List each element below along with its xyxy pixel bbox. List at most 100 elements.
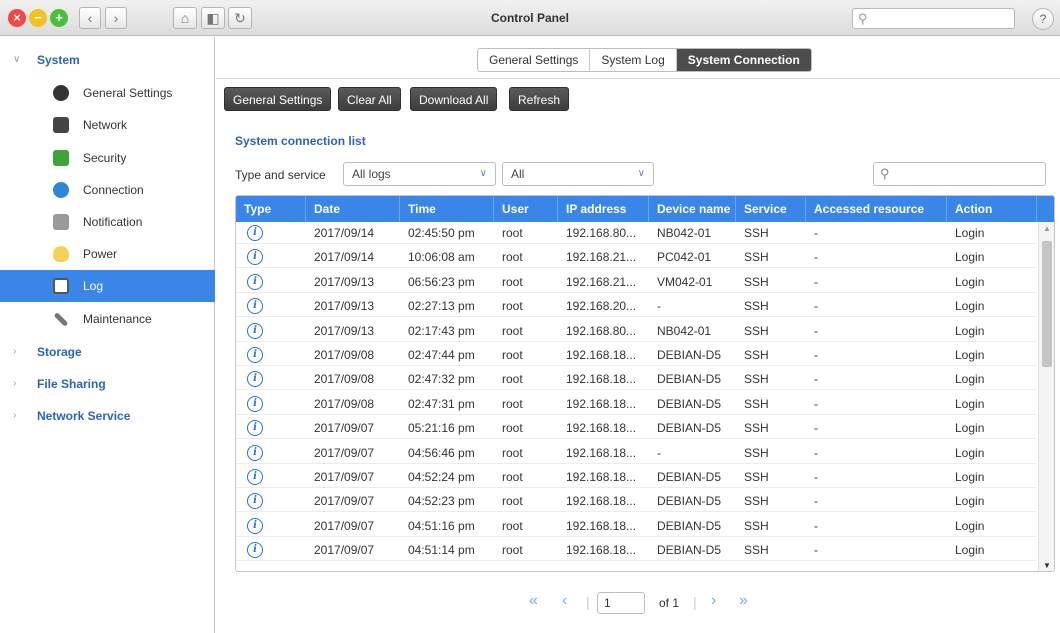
table-row[interactable]: i 2017/09/08 02:47:32 pm root 192.168.18... D… [236, 368, 1036, 391]
column-header-user[interactable]: User [494, 196, 558, 222]
divider: | [586, 594, 590, 610]
scroll-up-icon[interactable]: ▲ [1043, 224, 1051, 233]
info-icon: i [247, 420, 263, 437]
cell-user: root [502, 445, 523, 460]
close-window-button[interactable]: × [8, 9, 26, 27]
table-row[interactable]: i 2017/09/13 06:56:23 pm root 192.168.21... V… [236, 271, 1036, 293]
chevron-right-icon: › [13, 378, 17, 389]
tab-general-settings[interactable]: General Settings [478, 49, 591, 71]
refresh-button[interactable]: Refresh [509, 87, 570, 111]
reload-icon: ↻ [234, 10, 246, 26]
cell-date: 2017/09/07 [314, 518, 375, 533]
cell-action: Login [955, 348, 985, 362]
back-button[interactable]: ‹ [79, 7, 101, 29]
list-search-input[interactable]: ⚲ [873, 162, 1046, 186]
cell-type: i [236, 368, 306, 390]
sidebar-item-network[interactable]: Network [0, 109, 215, 141]
cell-type: i [236, 466, 306, 488]
sidebar-item-maintenance[interactable]: Maintenance [0, 303, 215, 335]
next-page-icon[interactable]: › [711, 592, 716, 610]
column-header-service[interactable]: Service [736, 196, 806, 222]
sidebar-item-power[interactable]: Power [0, 238, 215, 270]
cell-date: 2017/09/14 [314, 250, 375, 265]
cell-service: SSH [744, 445, 769, 460]
column-header-action[interactable]: Action [947, 196, 1037, 222]
column-header-type[interactable]: Type [236, 196, 306, 222]
column-header-accessed-resource[interactable]: Accessed resource [806, 196, 947, 222]
network-icon [53, 117, 69, 133]
table-row[interactable]: i 2017/09/07 04:56:46 pm root 192.168.18... -… [236, 442, 1036, 464]
cell-time: 02:17:43 pm [408, 323, 475, 338]
sidebar-item-security[interactable]: Security [0, 142, 215, 174]
type-filter-select[interactable]: All logs ∨ [343, 162, 496, 186]
cell-device-name: DEBIAN-D5 [657, 372, 722, 387]
service-filter-select[interactable]: All ∨ [502, 162, 654, 186]
toggle-sidebar-button[interactable]: ◧ [201, 7, 225, 29]
sidebar-group-file-sharing[interactable]: › File Sharing [0, 372, 215, 396]
first-page-icon[interactable]: « [529, 592, 538, 610]
title-bar: × − + ‹ › ⌂ ◧ ↻ Control Panel ⚲ ? [0, 0, 1060, 36]
column-header-ip-address[interactable]: IP address [558, 196, 649, 222]
table-row[interactable]: i 2017/09/07 04:51:14 pm root 192.168.18... D… [236, 539, 1036, 562]
filter-label: Type and service [235, 168, 326, 182]
tab-system-connection[interactable]: System Connection [676, 49, 811, 71]
last-page-icon[interactable]: » [739, 592, 748, 610]
chevron-right-icon: › [13, 346, 17, 357]
cell-ip-address: 192.168.18... [566, 396, 637, 411]
cell-device-name: PC042-01 [657, 250, 712, 265]
table-row[interactable]: i 2017/09/13 02:27:13 pm root 192.168.20... -… [236, 295, 1036, 318]
page-number-input[interactable]: 1 [597, 592, 645, 614]
column-header-date[interactable]: Date [306, 196, 400, 222]
reload-button[interactable]: ↻ [228, 7, 252, 29]
sidebar-item-notification[interactable]: Notification [0, 206, 215, 238]
cell-device-name: NB042-01 [657, 226, 712, 240]
scroll-down-icon[interactable]: ▼ [1043, 561, 1051, 570]
forward-button[interactable]: › [105, 7, 127, 29]
table-row[interactable]: i 2017/09/07 04:52:24 pm root 192.168.18... D… [236, 466, 1036, 488]
table-row[interactable]: i 2017/09/08 02:47:31 pm root 192.168.18... D… [236, 393, 1036, 415]
table-header: Type Date Time User IP address Device na… [236, 196, 1054, 222]
sidebar-item-connection[interactable]: Connection [0, 174, 215, 206]
tab-bar: General Settings System Log System Conne… [477, 48, 812, 72]
column-header-time[interactable]: Time [400, 196, 494, 222]
sidebar-item-log[interactable]: Log [0, 270, 215, 302]
sidebar-group-system[interactable]: ∨ System [0, 48, 215, 72]
vertical-scrollbar[interactable]: ▲ ▼ [1038, 222, 1054, 571]
cell-accessed-resource: - [814, 372, 818, 387]
scrollbar-thumb[interactable] [1042, 241, 1052, 367]
cell-time: 02:47:44 pm [408, 348, 475, 362]
table-row[interactable]: i 2017/09/13 02:17:43 pm root 192.168.80... N… [236, 320, 1036, 342]
sidebar-group-network-service[interactable]: › Network Service [0, 404, 215, 428]
cell-service: SSH [744, 274, 769, 289]
download-all-button[interactable]: Download All [410, 87, 498, 111]
clear-all-button[interactable]: Clear All [338, 87, 401, 111]
sidebar-group-storage[interactable]: › Storage [0, 340, 215, 364]
connection-table: Type Date Time User IP address Device na… [235, 195, 1055, 572]
minimize-window-button[interactable]: − [29, 9, 47, 27]
table-row[interactable]: i 2017/09/08 02:47:44 pm root 192.168.18... D… [236, 344, 1036, 366]
tab-system-log[interactable]: System Log [590, 49, 677, 71]
table-row[interactable]: i 2017/09/14 02:45:50 pm root 192.168.80... N… [236, 222, 1036, 244]
home-button[interactable]: ⌂ [173, 7, 197, 29]
help-button[interactable]: ? [1032, 8, 1054, 30]
general-settings-button[interactable]: General Settings [224, 87, 332, 111]
cell-action: Login [955, 226, 985, 240]
info-icon: i [247, 322, 263, 339]
maximize-window-button[interactable]: + [50, 9, 68, 27]
table-row[interactable]: i 2017/09/14 10:06:08 am root 192.168.21... P… [236, 246, 1036, 269]
previous-page-icon[interactable]: ‹ [562, 592, 567, 610]
gear-icon [53, 85, 69, 101]
cell-date: 2017/09/07 [314, 445, 375, 460]
cell-ip-address: 192.168.18... [566, 372, 637, 387]
global-search-input[interactable]: ⚲ [852, 8, 1015, 29]
cell-time: 04:52:23 pm [408, 494, 475, 509]
table-row[interactable]: i 2017/09/07 04:51:16 pm root 192.168.18... D… [236, 515, 1036, 537]
sidebar-item-general-settings[interactable]: General Settings [0, 77, 215, 109]
table-row[interactable]: i 2017/09/07 04:52:23 pm root 192.168.18... D… [236, 490, 1036, 513]
cell-accessed-resource: - [814, 396, 818, 411]
column-header-device-name[interactable]: Device name [649, 196, 736, 222]
cell-time: 04:52:24 pm [408, 470, 475, 484]
home-icon: ⌂ [180, 10, 190, 26]
cell-device-name: - [657, 445, 661, 460]
table-row[interactable]: i 2017/09/07 05:21:16 pm root 192.168.18... D… [236, 417, 1036, 440]
